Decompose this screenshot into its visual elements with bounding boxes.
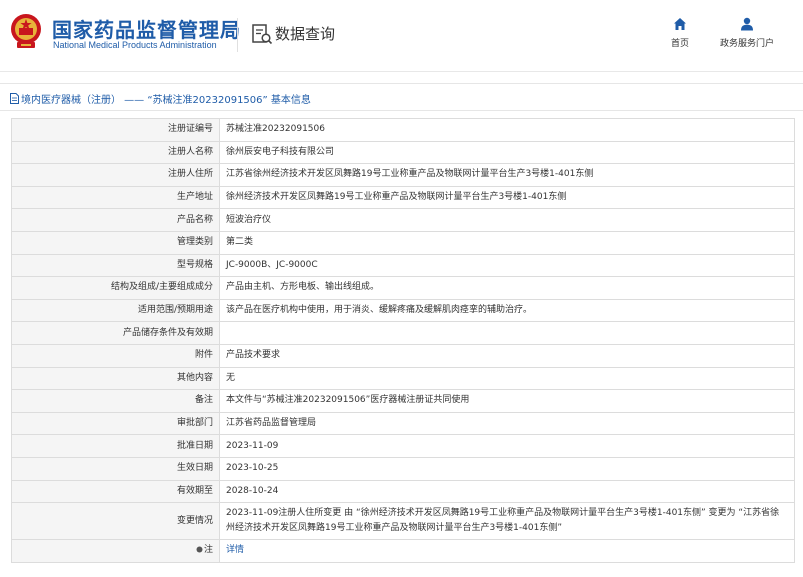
- row-label: 产品储存条件及有效期: [11, 321, 220, 345]
- site-title: 国家药品监督管理局: [52, 18, 241, 42]
- header-divider: [237, 18, 238, 52]
- row-label: 产品名称: [11, 208, 220, 232]
- document-search-icon: [252, 24, 273, 45]
- change-value: 2023-11-09注册人住所变更 由 “徐州经济技术开发区凤舞路19号工业称重…: [219, 502, 795, 541]
- national-emblem-icon: [11, 14, 41, 48]
- table-row: 注册证编号 苏械注准20232091506: [11, 118, 795, 142]
- nav-home-label: 首页: [670, 39, 689, 49]
- site-subtitle: National Medical Products Administration: [53, 40, 217, 50]
- table-row: 批准日期 2023-11-09: [11, 434, 795, 458]
- details-link[interactable]: 详情: [226, 545, 244, 555]
- table-row: 生产地址 徐州经济技术开发区凤舞路19号工业称重产品及物联网计量平台生产3号楼1-…: [11, 185, 795, 210]
- document-icon: [10, 93, 19, 104]
- table-row: 结构及组成/主要组成成分 产品由主机、方形电板、输出线组成。: [11, 276, 795, 300]
- row-label: 附件: [11, 343, 220, 368]
- row-value: 该产品在医疗机构中使用，用于消炎、缓解疼痛及缓解肌肉痉挛的辅助治疗。: [219, 298, 795, 323]
- table-row: 产品储存条件及有效期: [11, 321, 795, 345]
- nav-portal-label: 政务服务门户: [719, 39, 774, 49]
- table-row: 管理类别 第二类: [11, 230, 795, 255]
- row-value: 徐州经济技术开发区凤舞路19号工业称重产品及物联网计量平台生产3号楼1-401东…: [219, 185, 795, 210]
- row-value: 2023-11-09: [219, 434, 795, 458]
- row-label: 其他内容: [11, 366, 220, 391]
- row-label: 审批部门: [11, 411, 220, 436]
- row-label: 注册证编号: [11, 118, 220, 142]
- row-label: 适用范围/预期用途: [11, 298, 220, 323]
- row-value: 2028-10-24: [219, 479, 795, 504]
- table-row: 备注 本文件与“苏械注准20232091506”医疗器械注册证共同使用: [11, 389, 795, 413]
- row-label: 注册人名称: [11, 140, 220, 165]
- row-value: 第二类: [219, 230, 795, 255]
- row-value: 无: [219, 366, 795, 391]
- row-label: 有效期至: [11, 479, 220, 504]
- table-row: 其他内容无: [11, 366, 795, 391]
- row-label: 管理类别: [11, 230, 220, 255]
- page-title: 数据查询: [275, 25, 336, 43]
- breadcrumb: 境内医疗器械（注册） —— “苏械注准20232091506” 基本信息: [0, 83, 803, 111]
- row-label: 生效日期: [11, 456, 220, 481]
- row-label: 注册人住所: [11, 163, 220, 187]
- table-row: 型号规格 JC-9000B、JC-9000C: [11, 253, 795, 278]
- row-value: 短波治疗仪: [219, 208, 795, 232]
- row-value: 2023-10-25: [219, 456, 795, 481]
- row-value: 江苏省药品监督管理局: [219, 411, 795, 436]
- detail-table: 注册证编号 苏械注准20232091506 注册人名称 徐州辰安电子科技有限公司 注…: [11, 118, 795, 563]
- row-label: 批准日期: [11, 434, 220, 458]
- row-value: 本文件与“苏械注准20232091506”医疗器械注册证共同使用: [219, 389, 795, 413]
- nav-service-portal[interactable]: 政务服务门户: [712, 17, 782, 49]
- table-row: 注册人住所 江苏省徐州经济技术开发区凤舞路19号工业称重产品及物联网计量平台生产3…: [11, 163, 795, 187]
- row-label: 型号规格: [11, 253, 220, 278]
- table-row: 注册人名称 徐州辰安电子科技有限公司: [11, 140, 795, 165]
- site-header: 国家药品监督管理局 National Medical Products Admi…: [0, 0, 803, 72]
- table-row: 适用范围/预期用途 该产品在医疗机构中使用，用于消炎、缓解疼痛及缓解肌肉痉挛的辅助…: [11, 298, 795, 323]
- table-row: 有效期至 2028-10-24: [11, 479, 795, 504]
- row-value: 产品由主机、方形电板、输出线组成。: [219, 276, 795, 300]
- row-value: 江苏省徐州经济技术开发区凤舞路19号工业称重产品及物联网计量平台生产3号楼1-4…: [219, 163, 795, 187]
- row-label: 生产地址: [11, 185, 220, 210]
- change-label: 变更情况: [11, 502, 220, 541]
- user-icon: [741, 17, 753, 31]
- note-label: 注: [203, 545, 213, 556]
- home-icon: [674, 18, 686, 30]
- table-row: 产品名称 短波治疗仪: [11, 208, 795, 232]
- pin-icon: [196, 546, 203, 553]
- row-value: 徐州辰安电子科技有限公司: [219, 140, 795, 165]
- row-label: 结构及组成/主要组成成分: [11, 276, 220, 300]
- table-row: 附件 产品技术要求: [11, 343, 795, 368]
- row-value: 苏械注准20232091506: [219, 118, 795, 142]
- row-value: [219, 321, 795, 345]
- breadcrumb-text: 境内医疗器械（注册） —— “苏械注准20232091506” 基本信息: [21, 95, 311, 106]
- row-value: 产品技术要求: [219, 343, 795, 368]
- table-row: 审批部门 江苏省药品监督管理局: [11, 411, 795, 436]
- nav-home[interactable]: 首页: [664, 17, 696, 49]
- table-row-note: 注 详情: [11, 539, 795, 563]
- note-label-cell: 注: [11, 539, 220, 563]
- row-label: 备注: [11, 389, 220, 413]
- note-value-cell: 详情: [219, 539, 795, 563]
- table-row: 生效日期 2023-10-25: [11, 456, 795, 481]
- row-value: JC-9000B、JC-9000C: [219, 253, 795, 278]
- table-row-change: 变更情况 2023-11-09注册人住所变更 由 “徐州经济技术开发区凤舞路19…: [11, 502, 795, 541]
